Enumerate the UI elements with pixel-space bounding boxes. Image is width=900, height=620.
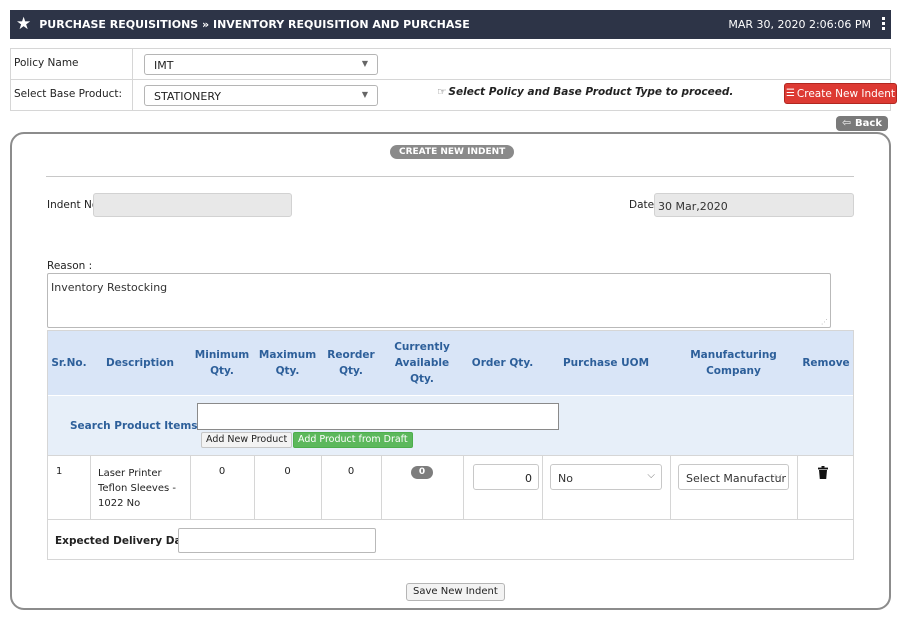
cell-divider xyxy=(190,455,191,519)
col-manufacturer: Manufacturing Company xyxy=(690,349,777,377)
available-qty-badge: 0 xyxy=(411,466,433,479)
page-title: PURCHASE REQUISITIONS » INVENTORY REQUIS… xyxy=(39,18,470,31)
row-min-qty: 0 xyxy=(218,466,226,477)
base-product-row: Select Base Product: STATIONERY ▼ ☞ Selec… xyxy=(11,80,897,111)
col-reorder-qty: Reorder Qty. xyxy=(327,349,375,377)
back-label: Back xyxy=(855,118,882,129)
page-header: ★ PURCHASE REQUISITIONS » INVENTORY REQU… xyxy=(10,10,891,39)
table-row: 1 Laser Printer Teflon Sleeves - 1022 No… xyxy=(48,455,853,519)
base-product-label: Select Base Product: xyxy=(14,88,123,100)
row-description: Laser Printer Teflon Sleeves - 1022 No xyxy=(98,468,176,509)
create-new-indent-button[interactable]: ☰ Create New Indent xyxy=(784,83,897,104)
cell-divider xyxy=(90,455,91,519)
col-purchase-uom: Purchase UOM xyxy=(562,357,650,369)
cell-divider xyxy=(381,455,382,519)
base-product-select-value: STATIONERY xyxy=(154,90,221,103)
kebab-menu-icon[interactable] xyxy=(882,17,886,32)
purchase-uom-value: No xyxy=(558,472,573,485)
reason-textarea[interactable]: Inventory Restocking ⋰ xyxy=(47,273,831,328)
date-field[interactable]: 30 Mar,2020 xyxy=(654,193,854,217)
purchase-uom-select[interactable]: No ⌵ xyxy=(550,464,662,490)
instruction-hint: ☞ Select Policy and Base Product Type to … xyxy=(437,86,733,98)
resize-grip-icon[interactable]: ⋰ xyxy=(821,318,828,326)
cell-divider xyxy=(670,455,671,519)
search-label: Search Product Items xyxy=(70,420,198,432)
policy-select-value: IMT xyxy=(154,59,174,72)
col-remove: Remove xyxy=(802,357,850,369)
add-from-draft-button[interactable]: Add Product from Draft xyxy=(293,432,413,448)
row-sr-no: 1 xyxy=(56,466,63,477)
col-order-qty: Order Qty. xyxy=(471,357,534,369)
cell-divider xyxy=(542,455,543,519)
manufacturer-select[interactable]: Select Manufactur ⌵ xyxy=(678,464,789,490)
add-new-product-button[interactable]: Add New Product xyxy=(201,432,293,448)
col-min-qty: Minimum Qty. xyxy=(194,349,250,377)
delivery-date-row: Expected Delivery Date: xyxy=(48,519,853,560)
col-available-qty: Currently Available Qty. xyxy=(394,341,450,385)
search-input[interactable] xyxy=(197,403,559,430)
reason-text: Inventory Restocking xyxy=(51,281,168,294)
cell-divider xyxy=(254,455,255,519)
list-icon: ☰ xyxy=(785,88,795,99)
pointing-hand-icon: ☞ xyxy=(437,86,447,98)
policy-label: Policy Name xyxy=(14,57,79,69)
instruction-hint-text: Select Policy and Base Product Type to p… xyxy=(448,86,734,98)
star-icon: ★ xyxy=(16,14,32,34)
datetime-display: MAR 30, 2020 2:06:06 PM xyxy=(728,18,871,31)
manufacturer-value: Select Manufactur xyxy=(686,472,787,485)
filter-panel: Policy Name IMT ▼ Select Base Product: S… xyxy=(10,48,897,111)
arrow-left-icon: ⇦ xyxy=(842,116,852,129)
col-description: Description xyxy=(106,357,174,369)
search-row: Search Product Items Add New Product Add… xyxy=(48,395,853,455)
save-new-indent-button[interactable]: Save New Indent xyxy=(406,583,505,601)
col-max-qty: Maximum Qty. xyxy=(258,349,317,377)
chevron-down-icon: ⌵ xyxy=(647,470,655,481)
divider xyxy=(46,176,854,177)
section-title: CREATE NEW INDENT xyxy=(390,145,515,159)
policy-row: Policy Name IMT ▼ xyxy=(11,49,890,80)
delivery-date-input[interactable] xyxy=(178,528,376,553)
cell-divider xyxy=(797,455,798,519)
cell-divider xyxy=(321,455,322,519)
delivery-date-label: Expected Delivery Date: xyxy=(55,535,198,547)
indent-items-table: Sr.No. Description Minimum Qty. Maximum … xyxy=(47,330,854,560)
caret-down-icon: ▼ xyxy=(361,59,368,68)
indent-no-field[interactable] xyxy=(93,193,292,217)
order-qty-input[interactable]: 0 xyxy=(473,464,539,490)
base-product-select[interactable]: STATIONERY ▼ xyxy=(144,85,378,106)
back-button[interactable]: ⇦ Back xyxy=(836,116,888,131)
policy-select[interactable]: IMT ▼ xyxy=(144,54,378,75)
row-max-qty: 0 xyxy=(284,466,291,477)
col-sr-no: Sr.No. xyxy=(51,357,87,369)
create-new-indent-label: Create New Indent xyxy=(796,87,896,100)
row-reorder-qty: 0 xyxy=(347,466,355,477)
table-header: Sr.No. Description Minimum Qty. Maximum … xyxy=(48,331,853,395)
reason-label: Reason : xyxy=(47,260,93,272)
chevron-down-icon: ⌵ xyxy=(774,470,782,481)
trash-icon[interactable] xyxy=(818,466,828,479)
cell-divider xyxy=(463,455,464,519)
caret-down-icon: ▼ xyxy=(361,90,368,99)
